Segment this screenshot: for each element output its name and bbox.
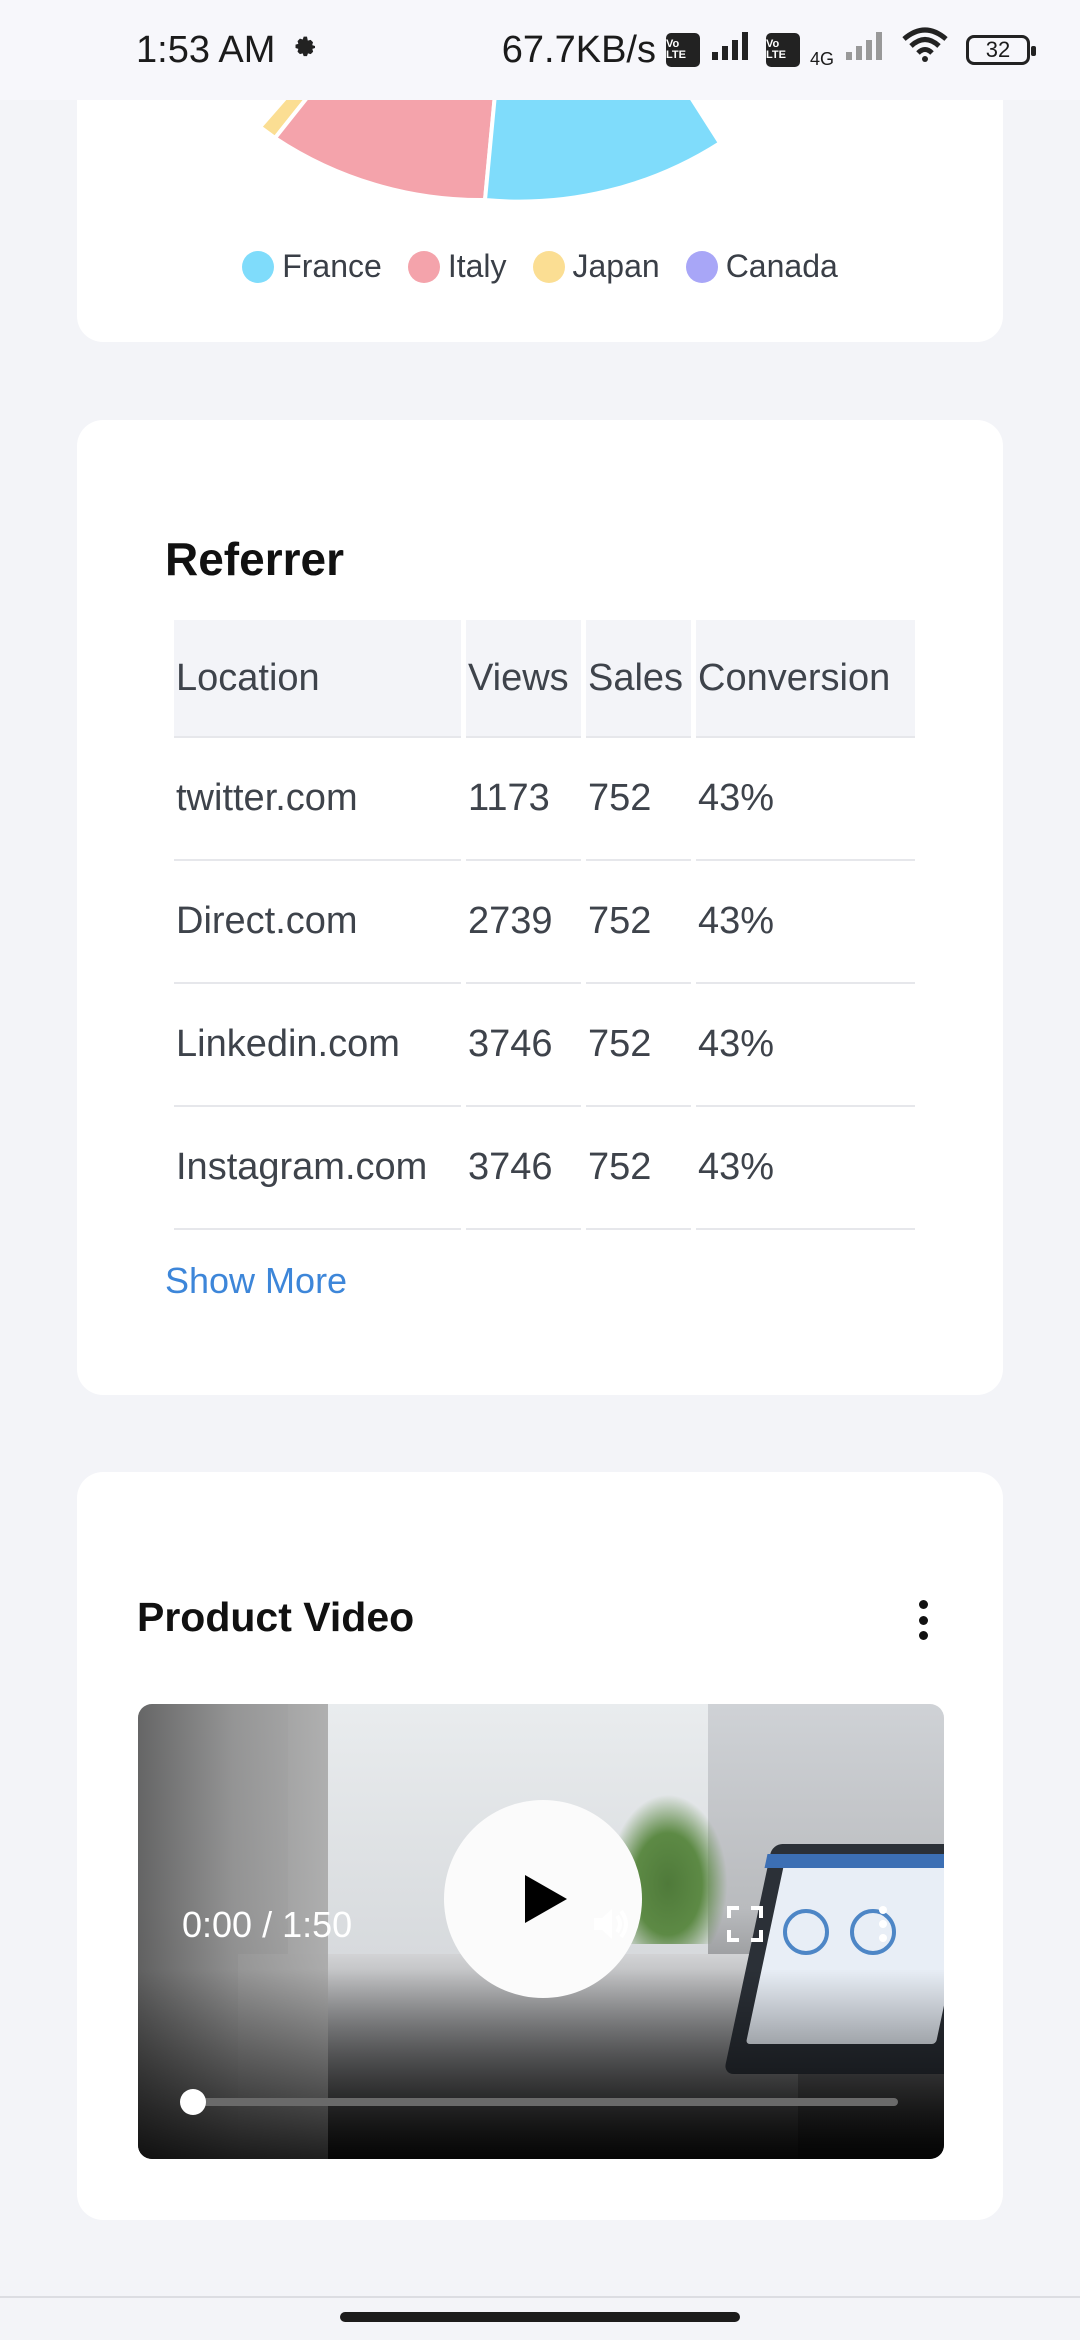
play-button[interactable] <box>444 1800 642 1998</box>
cell-conversion: 43% <box>696 861 915 984</box>
more-vertical-icon[interactable] <box>913 1600 933 1640</box>
volume-icon[interactable] <box>590 1902 634 1946</box>
signal-icon <box>710 28 756 72</box>
product-video-title: Product Video <box>137 1594 415 1640</box>
net-speed: 67.7KB/s <box>501 28 656 71</box>
column-header-sales: Sales <box>586 620 691 738</box>
battery-icon: 32 <box>966 35 1036 65</box>
volte-icon-2: Vo LTE <box>765 33 800 67</box>
cell-views: 3746 <box>466 1107 581 1230</box>
referrer-card: Referrer Location Views Sales Conversion… <box>77 420 1003 1395</box>
legend-dot <box>685 250 718 283</box>
page-corner <box>0 100 60 220</box>
video-frame-ring <box>783 1909 829 1955</box>
column-header-views: Views <box>466 620 581 738</box>
table-row: Linkedin.com 3746 752 43% <box>174 984 915 1107</box>
referrer-table: Location Views Sales Conversion twitter.… <box>169 620 920 1230</box>
status-bar: 1:53 AM 67.7KB/s Vo LTE Vo LTE 4G 32 <box>0 0 1080 100</box>
legend-item-france[interactable]: France <box>242 248 382 285</box>
video-player[interactable]: 0:00 / 1:50 <box>138 1704 944 2159</box>
legend-label: France <box>282 248 382 284</box>
legend-label: Japan <box>572 248 660 284</box>
video-progress-track[interactable] <box>182 2098 898 2106</box>
cell-views: 2739 <box>466 861 581 984</box>
cell-location: Instagram.com <box>174 1107 461 1230</box>
column-header-location: Location <box>174 620 461 738</box>
cell-conversion: 43% <box>696 1107 915 1230</box>
legend-dot <box>242 250 275 283</box>
table-header-row: Location Views Sales Conversion <box>174 620 915 738</box>
legend-item-italy[interactable]: Italy <box>407 248 507 285</box>
video-frame-screen-bar <box>764 1854 944 1868</box>
nav-divider <box>0 2296 1080 2298</box>
pie-legend: France Italy Japan Canada <box>77 248 1003 285</box>
cell-conversion: 43% <box>696 984 915 1107</box>
cell-conversion: 43% <box>696 738 915 861</box>
legend-label: Canada <box>725 248 838 284</box>
product-video-card: Product Video 0:00 / 1:50 <box>77 1472 1003 2220</box>
table-row: Instagram.com 3746 752 43% <box>174 1107 915 1230</box>
legend-dot <box>407 250 440 283</box>
settings-gear-icon <box>287 29 319 72</box>
legend-item-japan[interactable]: Japan <box>532 248 660 285</box>
legend-item-canada[interactable]: Canada <box>685 248 838 285</box>
cell-location: Linkedin.com <box>174 984 461 1107</box>
fullscreen-icon[interactable] <box>723 1902 767 1946</box>
wifi-icon <box>900 27 950 73</box>
home-indicator[interactable] <box>340 2312 740 2322</box>
cell-sales: 752 <box>586 1107 691 1230</box>
table-row: twitter.com 1173 752 43% <box>174 738 915 861</box>
legend-label: Italy <box>447 248 507 284</box>
column-header-conversion: Conversion <box>696 620 915 738</box>
cell-views: 3746 <box>466 984 581 1107</box>
status-right: 67.7KB/s Vo LTE Vo LTE 4G 32 <box>501 27 1036 73</box>
cell-views: 1173 <box>466 738 581 861</box>
cell-sales: 752 <box>586 861 691 984</box>
status-time: 1:53 AM <box>136 28 276 71</box>
status-left: 1:53 AM <box>136 29 319 72</box>
referrer-title: Referrer <box>165 533 344 585</box>
signal-icon-2 <box>844 28 890 72</box>
network-type: 4G <box>809 49 834 69</box>
table-row: Direct.com 2739 752 43% <box>174 861 915 984</box>
cell-sales: 752 <box>586 738 691 861</box>
cell-location: twitter.com <box>174 738 461 861</box>
legend-dot <box>532 250 565 283</box>
play-icon <box>525 1875 567 1923</box>
volte-icon: Vo LTE <box>665 33 700 67</box>
video-more-vertical-icon[interactable] <box>861 1902 905 1946</box>
video-time: 0:00 / 1:50 <box>182 1904 353 1945</box>
cell-location: Direct.com <box>174 861 461 984</box>
video-progress-thumb[interactable] <box>180 2089 206 2115</box>
cell-sales: 752 <box>586 984 691 1107</box>
country-pie-card: France Italy Japan Canada <box>77 60 1003 342</box>
show-more-link[interactable]: Show More <box>165 1260 347 1302</box>
